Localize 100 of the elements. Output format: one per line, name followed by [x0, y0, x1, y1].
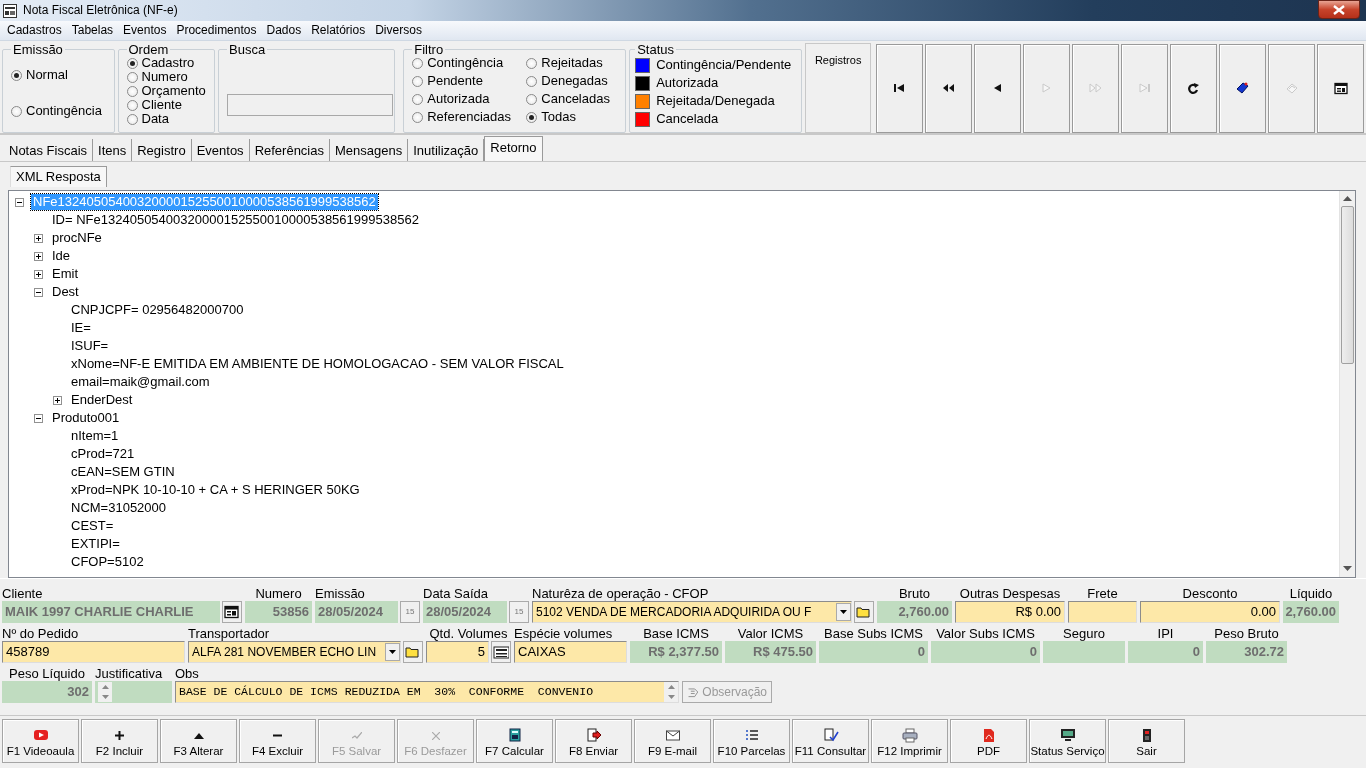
radio-button[interactable] [126, 71, 138, 83]
toolbar-button[interactable]: Status Serviço [1029, 719, 1106, 763]
toolbar-button[interactable]: Sair [1108, 719, 1185, 763]
expand-icon[interactable] [34, 251, 43, 261]
toolbar-button[interactable] [1170, 44, 1217, 133]
expand-icon[interactable] [34, 233, 43, 243]
tree-item[interactable]: CNPJCPF= 02956482000700 [69, 302, 246, 318]
tree-item[interactable]: xNome=NF-E EMITIDA EM AMBIENTE DE HOMOLOGACAO - SEM VALOR FISCAL [69, 356, 566, 372]
memo-field[interactable]: BASE DE CÁLCULO DE ICMS REDUZIDA EM 30% CONFORME CONVENIO [175, 681, 679, 703]
toolbar-button[interactable]: F7 Calcular [476, 719, 553, 763]
radio-button[interactable] [11, 105, 22, 117]
expand-icon[interactable] [53, 395, 62, 405]
tab[interactable]: Notas Fiscais [4, 139, 94, 161]
tree-item[interactable]: CEST= [69, 518, 116, 534]
tab[interactable]: XML Resposta [10, 166, 107, 187]
input-field[interactable]: 302.72 [1206, 641, 1287, 663]
input-field[interactable] [1043, 641, 1125, 663]
expand-icon[interactable] [34, 269, 43, 279]
collapse-icon[interactable] [34, 287, 43, 297]
toolbar-button[interactable]: F12 Imprimir [871, 719, 948, 763]
toolbar-button[interactable]: F3 Alterar [160, 719, 237, 763]
menu-item[interactable]: Cadastros [2, 23, 67, 38]
radio-button[interactable] [526, 75, 538, 87]
toolbar-button[interactable]: F11 Consultar [792, 719, 869, 763]
toolbar-button[interactable]: F2 Incluir [81, 719, 158, 763]
tree-item[interactable]: Produto001 [50, 410, 122, 426]
tree-item[interactable]: Dest [50, 284, 81, 300]
tab[interactable]: Itens [93, 139, 133, 161]
tab[interactable]: Eventos [191, 139, 250, 161]
menu-item[interactable]: Tabelas [66, 23, 119, 38]
toolbar-button[interactable]: F9 E-mail [634, 719, 711, 763]
tree-item[interactable]: NCM=31052000 [69, 500, 169, 516]
tree-item[interactable]: procNFe [50, 230, 104, 246]
lookup-button[interactable] [222, 601, 242, 623]
radio-button[interactable] [412, 93, 424, 105]
input-field[interactable]: CAIXAS [514, 641, 627, 663]
radio-button[interactable] [126, 85, 138, 97]
tab[interactable]: Mensagens [330, 139, 409, 161]
tree-item[interactable]: cEAN=SEM GTIN [69, 464, 177, 480]
tab[interactable]: Registro [132, 139, 192, 161]
collapse-icon[interactable] [15, 197, 24, 207]
radio-button[interactable] [412, 111, 424, 123]
radio-button[interactable] [412, 57, 424, 69]
tree-item[interactable]: EnderDest [69, 392, 135, 408]
tree-item[interactable]: xProd=NPK 10-10-10 + CA + S HERINGER 50KG [69, 482, 362, 498]
tree-item[interactable]: IE= [69, 320, 93, 336]
tree-item[interactable]: EXTIPI= [69, 536, 122, 552]
toolbar-button[interactable] [876, 44, 923, 133]
scrollbar[interactable] [1339, 191, 1355, 577]
input-field[interactable]: R$ 0.00 [955, 601, 1065, 623]
tree-item[interactable]: ID= NFe13240505400320000152550010000538561999538562 [50, 212, 421, 228]
tree-item[interactable]: cProd=721 [69, 446, 137, 462]
input-field[interactable]: 5 [426, 641, 489, 663]
close-button[interactable] [1318, 0, 1360, 19]
tree-item[interactable]: Ide [50, 248, 73, 264]
toolbar-button[interactable]: F1 Videoaula [2, 719, 79, 763]
radio-button[interactable] [526, 93, 538, 105]
menu-item[interactable]: Diversos [370, 23, 427, 38]
calendar-button[interactable]: 15 [400, 601, 420, 623]
input-field[interactable]: 302 [2, 681, 92, 703]
input-field[interactable]: 0.00 [1140, 601, 1280, 623]
menu-item[interactable]: Dados [261, 23, 307, 38]
menu-item[interactable]: Relatórios [306, 23, 371, 38]
radio-button[interactable] [126, 99, 138, 111]
tree-item[interactable]: CFOP=5102 [69, 554, 146, 570]
scroll-down-icon[interactable] [1343, 566, 1352, 572]
toolbar-button[interactable]: F10 Parcelas [713, 719, 790, 763]
calendar-button[interactable]: 15 [509, 601, 529, 623]
tree-item[interactable]: email=maik@gmail.com [69, 374, 212, 390]
folder-button[interactable] [854, 601, 874, 623]
tab[interactable]: Retorno [484, 136, 543, 161]
collapse-icon[interactable] [34, 413, 43, 423]
menu-item[interactable]: Procedimentos [171, 23, 262, 38]
input-field[interactable]: 458789 [2, 641, 185, 663]
toolbar-button[interactable] [925, 44, 972, 133]
toolbar-button[interactable]: F4 Excluir [239, 719, 316, 763]
input-field[interactable]: R$ 2,377.50 [630, 641, 722, 663]
radio-button[interactable] [126, 57, 138, 69]
toolbar-button[interactable] [1219, 44, 1266, 133]
dropdown-field[interactable]: 5102 VENDA DE MERCADORIA ADQUIRIDA OU F [532, 601, 852, 623]
radio-button[interactable] [526, 111, 538, 123]
tree-item[interactable]: nItem=1 [69, 428, 121, 444]
scroll-up-icon[interactable] [1343, 196, 1352, 202]
dropdown-field[interactable]: ALFA 281 NOVEMBER ECHO LIN [188, 641, 401, 663]
input-field[interactable] [1068, 601, 1137, 623]
spin-field[interactable] [95, 681, 172, 703]
radio-button[interactable] [11, 69, 22, 81]
radio-button[interactable] [126, 113, 138, 125]
tree-item[interactable]: Emit [50, 266, 80, 282]
radio-button[interactable] [412, 75, 424, 87]
search-field[interactable] [227, 94, 394, 116]
toolbar-button[interactable]: PDF [950, 719, 1027, 763]
calculator-button[interactable] [491, 641, 511, 663]
menu-item[interactable]: Eventos [118, 23, 172, 38]
toolbar-button[interactable] [974, 44, 1021, 133]
toolbar-button[interactable] [1317, 44, 1364, 133]
toolbar-button[interactable]: F8 Enviar [555, 719, 632, 763]
tab[interactable]: Referências [249, 139, 330, 161]
folder-button[interactable] [403, 641, 423, 663]
radio-button[interactable] [526, 57, 538, 69]
